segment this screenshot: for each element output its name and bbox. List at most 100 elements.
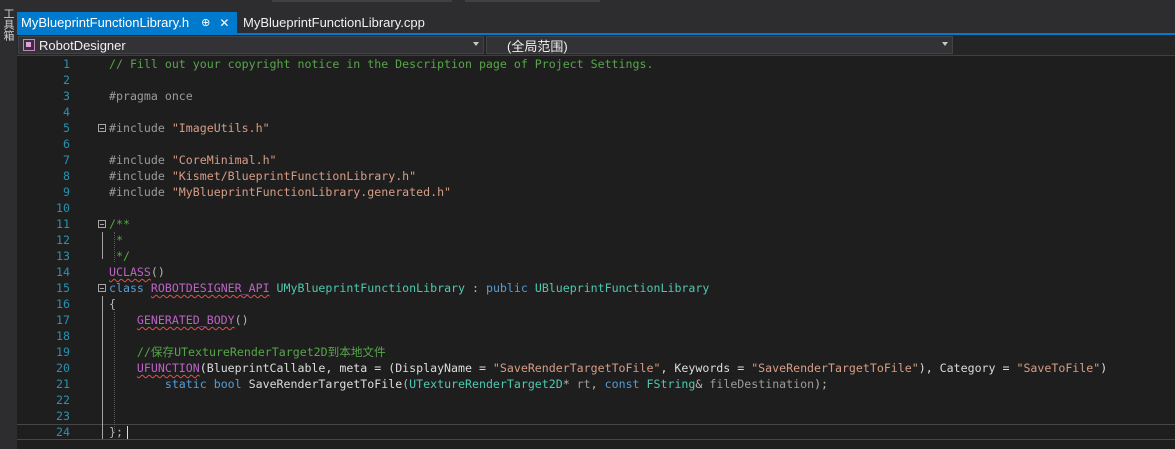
code-line[interactable]: 17 GENERATED_BODY()	[17, 312, 1175, 328]
code-token: #include	[109, 121, 172, 135]
code-line[interactable]: 22	[17, 392, 1175, 408]
line-number: 6	[63, 137, 70, 151]
line-number: 20	[56, 361, 70, 375]
collapse-icon[interactable]	[98, 220, 106, 228]
code-token: , Keywords =	[660, 361, 752, 375]
code-token: };	[109, 425, 123, 439]
line-number: 10	[56, 201, 70, 215]
scope-dropdown-value: (全局范围)	[507, 38, 568, 54]
code-line[interactable]: 8 #include "Kismet/BlueprintFunctionLibra…	[17, 168, 1175, 184]
project-dropdown[interactable]: RobotDesigner	[18, 36, 484, 54]
line-code: #include "MyBlueprintFunctionLibrary.gen…	[109, 184, 451, 200]
indent-guide	[114, 232, 115, 262]
line-code: //保存UTextureRenderTarget2D到本地文件	[109, 344, 386, 360]
line-number: 16	[56, 297, 70, 311]
code-line[interactable]: 7 #include "CoreMinimal.h"	[17, 152, 1175, 168]
text-caret	[127, 426, 128, 439]
toolbox-label[interactable]: 工具箱	[1, 8, 15, 41]
code-token: UTextureRenderTarget2D	[409, 377, 563, 391]
line-number: 15	[56, 281, 70, 295]
code-line[interactable]: 14 UCLASS()	[17, 264, 1175, 280]
tab-myblueprintfunctionlibrary-cpp[interactable]: MyBlueprintFunctionLibrary.cpp	[239, 12, 439, 33]
code-token: const	[604, 377, 647, 391]
code-line[interactable]: 18	[17, 328, 1175, 344]
collapse-icon[interactable]	[98, 124, 106, 132]
code-line[interactable]: 6	[17, 136, 1175, 152]
code-line[interactable]: 11 /**	[17, 216, 1175, 232]
code-line[interactable]: 12 *	[17, 232, 1175, 248]
close-icon[interactable]: ✕	[219, 16, 229, 30]
class-icon	[23, 39, 35, 51]
tab-myblueprintfunctionlibrary-h[interactable]: MyBlueprintFunctionLibrary.h ⊕ ✕	[17, 12, 237, 33]
code-token: *	[109, 233, 123, 247]
code-token: rt	[576, 377, 591, 391]
line-number: 9	[63, 185, 70, 199]
line-number: 19	[56, 345, 70, 359]
line-code: static bool SaveRenderTargetToFile(UText…	[109, 376, 828, 392]
tab-label: MyBlueprintFunctionLibrary.cpp	[243, 15, 425, 30]
line-number: 21	[56, 377, 70, 391]
code-line[interactable]: 24};	[17, 424, 1175, 440]
strip-segment	[272, 0, 452, 2]
code-line[interactable]: 4	[17, 104, 1175, 120]
navigation-bar: RobotDesigner (全局范围)	[17, 35, 1175, 56]
code-line[interactable]: 19 //保存UTextureRenderTarget2D到本地文件	[17, 344, 1175, 360]
code-line[interactable]: 20 UFUNCTION(BlueprintCallable, meta = (…	[17, 360, 1175, 376]
code-line[interactable]: 21 static bool SaveRenderTargetToFile(UT…	[17, 376, 1175, 392]
line-code: #include "ImageUtils.h"	[109, 120, 270, 136]
code-token: "ImageUtils.h"	[171, 121, 270, 135]
code-line[interactable]: 15 class ROBOTDESIGNER_API UMyBlueprintFu…	[17, 280, 1175, 296]
code-line[interactable]: 10	[17, 200, 1175, 216]
code-token: UFUNCTION	[136, 361, 200, 375]
line-number: 7	[63, 153, 70, 167]
line-number: 2	[63, 73, 70, 87]
code-token: GENERATED_BODY	[136, 313, 235, 327]
code-token: #include	[109, 169, 172, 183]
code-token: ()	[150, 265, 165, 279]
line-code: /**	[109, 216, 130, 232]
code-token: ()	[234, 313, 249, 327]
code-token: #pragma once	[109, 89, 193, 103]
line-code: UFUNCTION(BlueprintCallable, meta = (Dis…	[109, 360, 1107, 376]
code-token: ROBOTDESIGNER_API	[150, 281, 270, 295]
code-token: :	[465, 281, 486, 295]
line-code: UCLASS()	[109, 264, 165, 280]
line-number: 3	[63, 89, 70, 103]
code-token: &	[695, 377, 710, 391]
code-editor[interactable]: 1 // Fill out your copyright notice in th…	[17, 56, 1175, 449]
code-line[interactable]: 3 #pragma once	[17, 88, 1175, 104]
line-number: 18	[56, 329, 70, 343]
toolbox-side-panel[interactable]: 工具箱	[0, 0, 18, 449]
indent-guide	[114, 312, 115, 433]
line-number: 4	[63, 105, 70, 119]
code-token: *	[562, 377, 577, 391]
code-line[interactable]: 9 #include "MyBlueprintFunctionLibrary.ge…	[17, 184, 1175, 200]
pin-icon[interactable]: ⊕	[201, 16, 210, 29]
code-token: fileDestination	[709, 377, 815, 391]
outline-line	[102, 232, 103, 259]
scope-dropdown[interactable]: (全局范围)	[486, 36, 953, 54]
code-line[interactable]: 16 {	[17, 296, 1175, 312]
line-number: 1	[63, 57, 70, 71]
code-token: "Kismet/BlueprintFunctionLibrary.h"	[171, 169, 417, 183]
line-number: 13	[56, 249, 70, 263]
line-number: 17	[56, 313, 70, 327]
line-number: 5	[63, 121, 70, 135]
code-token: );	[814, 377, 829, 391]
line-code: #pragma once	[109, 88, 193, 104]
line-code: // Fill out your copyright notice in the…	[109, 56, 653, 72]
title-strip	[17, 0, 1175, 12]
code-line[interactable]: 1 // Fill out your copyright notice in th…	[17, 56, 1175, 72]
code-token: // Fill out your copyright notice in the…	[109, 57, 654, 71]
code-line[interactable]: 23	[17, 408, 1175, 424]
code-line[interactable]: 13 */	[17, 248, 1175, 264]
code-line[interactable]: 5 #include "ImageUtils.h"	[17, 120, 1175, 136]
collapse-icon[interactable]	[98, 284, 106, 292]
strip-segment	[465, 0, 600, 2]
code-token: "SaveRenderTargetToFile"	[492, 361, 661, 375]
project-dropdown-value: RobotDesigner	[39, 37, 126, 53]
line-code: #include "Kismet/BlueprintFunctionLibrar…	[109, 168, 416, 184]
code-line[interactable]: 2	[17, 72, 1175, 88]
code-token: )	[1100, 361, 1108, 375]
code-token: SaveRenderTargetToFile	[248, 377, 403, 391]
